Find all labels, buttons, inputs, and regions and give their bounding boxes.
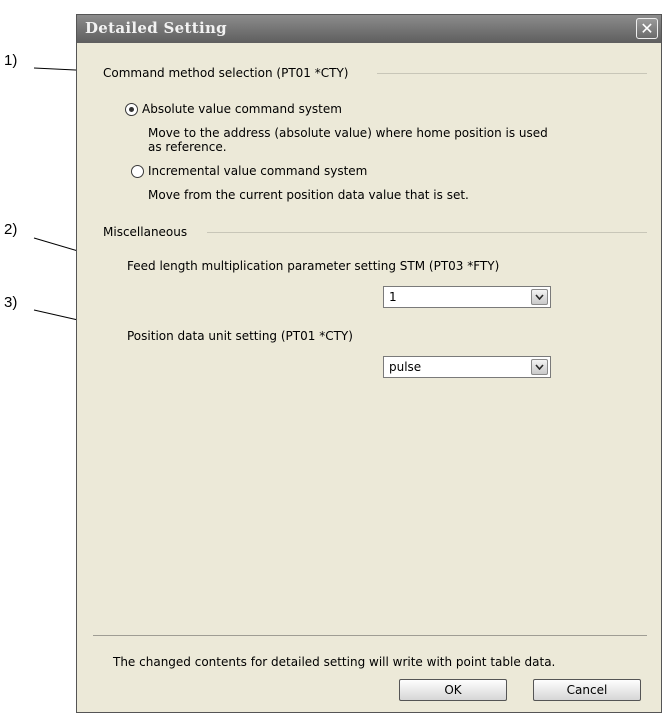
close-button[interactable]: ✕ — [636, 18, 658, 39]
callout-2: 2) — [4, 221, 18, 238]
title-bar[interactable]: Detailed Setting ✕ — [77, 15, 661, 43]
footer-note: The changed contents for detailed settin… — [113, 655, 556, 669]
callout-1: 1) — [4, 52, 18, 69]
position-unit-value: pulse — [389, 360, 422, 374]
callout-3: 3) — [4, 294, 18, 311]
close-icon: ✕ — [640, 19, 654, 38]
ok-button[interactable]: OK — [399, 679, 507, 701]
radio-incremental[interactable] — [131, 165, 144, 178]
cancel-button[interactable]: Cancel — [533, 679, 641, 701]
feed-length-value: 1 — [389, 290, 397, 304]
radio-absolute[interactable] — [125, 103, 138, 116]
incremental-label[interactable]: Incremental value command system — [148, 164, 367, 178]
radio-icon — [129, 107, 134, 112]
footer-separator — [93, 635, 647, 636]
command-group-title: Command method selection (PT01 *CTY) — [103, 66, 349, 80]
absolute-label[interactable]: Absolute value command system — [142, 102, 342, 116]
chevron-down-icon — [535, 294, 544, 300]
position-unit-select[interactable]: pulse — [383, 356, 551, 378]
misc-group-rule — [207, 232, 647, 233]
feed-length-dropdown-button[interactable] — [531, 289, 548, 305]
command-group-rule — [377, 73, 647, 74]
misc-group-title: Miscellaneous — [103, 225, 188, 239]
dialog-title: Detailed Setting — [85, 19, 227, 37]
position-unit-dropdown-button[interactable] — [531, 359, 548, 375]
position-unit-label: Position data unit setting (PT01 *CTY) — [127, 329, 353, 343]
incremental-desc: Move from the current position data valu… — [148, 188, 469, 202]
detailed-setting-dialog: Detailed Setting ✕ Command method select… — [76, 14, 662, 713]
chevron-down-icon — [535, 364, 544, 370]
absolute-desc-line2: as reference. — [148, 140, 227, 154]
feed-length-label: Feed length multiplication parameter set… — [127, 259, 500, 273]
absolute-desc-line1: Move to the address (absolute value) whe… — [148, 126, 548, 140]
feed-length-select[interactable]: 1 — [383, 286, 551, 308]
